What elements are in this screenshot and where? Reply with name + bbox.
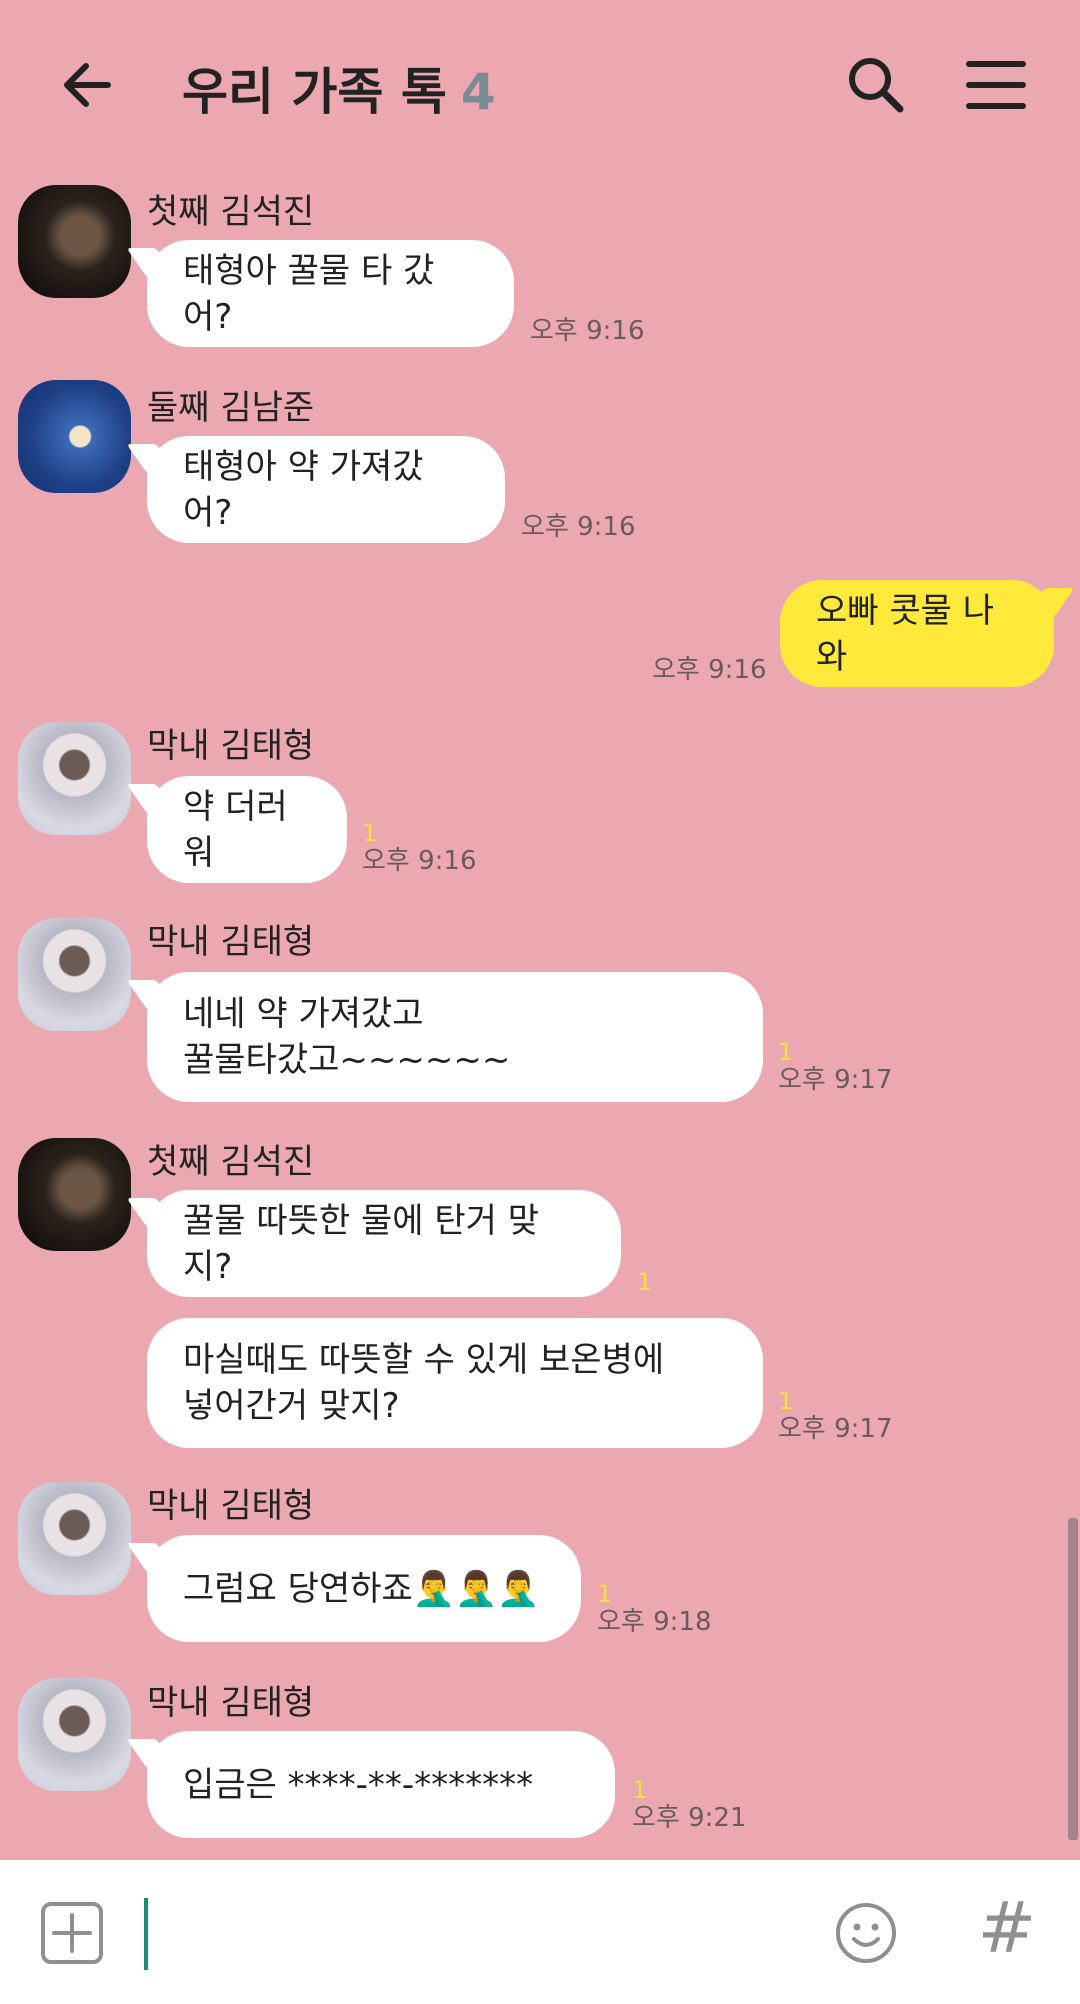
message-meta: 오후 9:16 [652, 655, 767, 685]
message-bubble[interactable]: 태형아 약 가져갔어? [147, 436, 505, 543]
avatar[interactable] [18, 185, 131, 298]
message-time: 오후 9:16 [530, 316, 645, 346]
message-meta: 1 오후 9:18 [597, 1581, 712, 1637]
message-time: 오후 9:16 [521, 512, 636, 542]
message-bubble[interactable]: 입금은 ****-**-******* [147, 1731, 615, 1838]
avatar[interactable] [18, 1678, 131, 1791]
unread-count: 1 [778, 1038, 794, 1066]
message-bubble[interactable]: 꿀물 따뜻한 물에 탄거 맞지? [147, 1190, 621, 1297]
message-text: 약 더러워 [183, 786, 288, 873]
scrollbar[interactable] [1068, 1518, 1078, 1840]
unread-count: 1 [637, 1268, 653, 1296]
avatar[interactable] [18, 1138, 131, 1251]
message-meta: 1 오후 9:17 [778, 1388, 893, 1444]
message-text: 오빠 콧물 나와 [816, 590, 995, 677]
sender-name: 막내 김태형 [147, 1486, 315, 1526]
message-meta: 오후 9:16 [530, 316, 645, 346]
sender-name: 첫째 김석진 [147, 1142, 315, 1182]
message-bubble[interactable]: 그럼요 당연하죠🤦‍♂️🤦‍♂️🤦‍♂️ [147, 1535, 581, 1642]
message-time: 오후 9:16 [362, 846, 477, 876]
avatar[interactable] [18, 1482, 131, 1595]
message-bubble-mine[interactable]: 오빠 콧물 나와 [780, 580, 1054, 687]
message-time: 오후 9:21 [632, 1803, 747, 1833]
message-time: 오후 9:17 [778, 1414, 893, 1444]
unread-count: 1 [632, 1776, 648, 1804]
message-meta: 1 오후 9:21 [632, 1777, 747, 1833]
unread-count: 1 [778, 1387, 794, 1415]
message-time: 오후 9:17 [778, 1065, 893, 1095]
message-bubble[interactable]: 태형아 꿀물 타 갔어? [147, 240, 514, 347]
sender-name: 막내 김태형 [147, 1683, 315, 1723]
sender-name: 첫째 김석진 [147, 192, 315, 232]
message-input-bar: # [0, 1860, 1080, 2004]
message-input[interactable] [144, 1898, 148, 1970]
sender-name: 둘째 김남준 [147, 388, 315, 428]
message-text: 네네 약 가져갔고 꿀물타갔고~~~~~~ [183, 994, 511, 1080]
plus-square-icon[interactable] [40, 1901, 104, 1965]
message-meta: 1 오후 9:16 [362, 820, 477, 876]
message-text: 그럼요 당연하죠🤦‍♂️🤦‍♂️🤦‍♂️ [183, 1568, 540, 1609]
message-meta: 오후 9:16 [521, 512, 636, 542]
message-list[interactable]: 첫째 김석진 태형아 꿀물 타 갔어? 오후 9:16 둘째 김남준 태형아 약… [0, 0, 1080, 1860]
avatar[interactable] [18, 380, 131, 493]
message-text: 태형아 약 가져갔어? [183, 446, 424, 533]
message-bubble[interactable]: 마실때도 따뜻할 수 있게 보온병에 넣어간거 맞지? [147, 1318, 763, 1448]
smiley-face-icon[interactable] [834, 1901, 898, 1965]
unread-count: 1 [597, 1580, 613, 1608]
message-text: 태형아 꿀물 타 갔어? [183, 250, 435, 337]
message-bubble[interactable]: 약 더러워 [147, 776, 347, 883]
message-text: 마실때도 따뜻할 수 있게 보온병에 넣어간거 맞지? [183, 1340, 665, 1426]
avatar[interactable] [18, 918, 131, 1031]
message-meta: 1 [637, 1269, 652, 1295]
unread-count: 1 [362, 819, 378, 847]
message-text: 꿀물 따뜻한 물에 탄거 맞지? [183, 1200, 540, 1287]
avatar[interactable] [18, 722, 131, 835]
sender-name: 막내 김태형 [147, 726, 315, 766]
message-text: 입금은 ****-**-******* [183, 1764, 534, 1805]
message-meta: 1 오후 9:17 [778, 1039, 893, 1095]
message-time: 오후 9:18 [597, 1607, 712, 1637]
sender-name: 막내 김태형 [147, 922, 315, 962]
hashtag-icon[interactable]: # [972, 1888, 1042, 1968]
message-time: 오후 9:16 [652, 655, 767, 685]
message-bubble[interactable]: 네네 약 가져갔고 꿀물타갔고~~~~~~ [147, 972, 763, 1102]
